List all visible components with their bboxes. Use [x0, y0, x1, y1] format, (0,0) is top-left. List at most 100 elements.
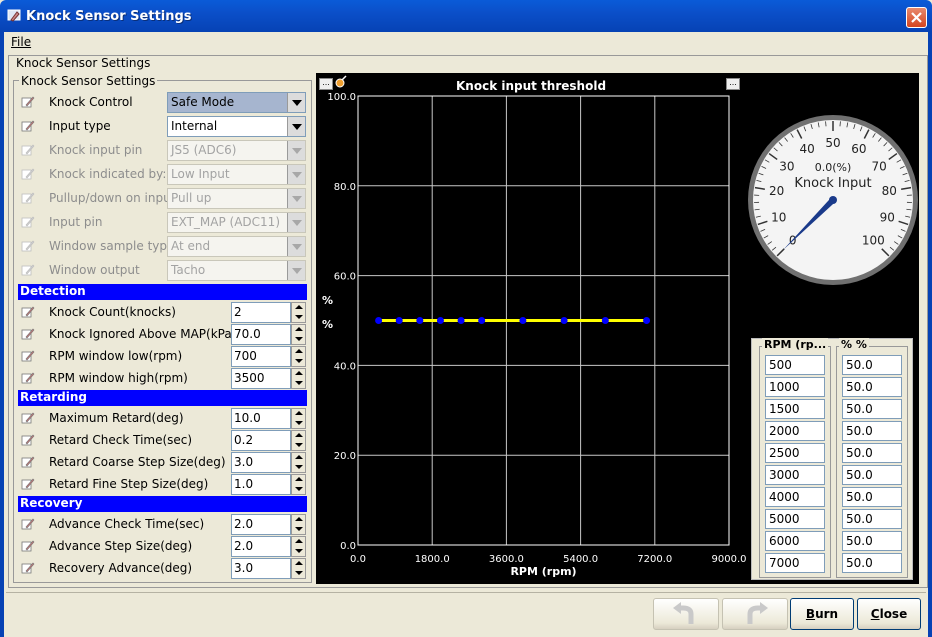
pct-cell[interactable]: 50.0	[842, 355, 902, 375]
spinner-up-icon[interactable]	[295, 455, 303, 459]
spinner-up-icon[interactable]	[295, 539, 303, 543]
spinner-buttons[interactable]	[291, 408, 306, 429]
close-button[interactable]: Close	[857, 598, 921, 630]
rpm-cell[interactable]: 2500	[765, 443, 825, 463]
spinner-up-icon[interactable]	[295, 517, 303, 521]
spinner-up-icon[interactable]	[295, 349, 303, 353]
spinner-down-icon[interactable]	[295, 549, 303, 553]
spinner-down-icon[interactable]	[295, 443, 303, 447]
redo-button[interactable]	[722, 598, 788, 630]
chart-menu-button-right[interactable]: ...	[726, 78, 740, 90]
rpm-cell[interactable]: 7000	[765, 553, 825, 573]
spinner-value[interactable]: 70.0	[231, 324, 291, 345]
spinner-down-icon[interactable]	[295, 421, 303, 425]
pct-cell[interactable]: 50.0	[842, 421, 902, 441]
spinner-up-icon[interactable]	[295, 305, 303, 309]
pct-cell[interactable]: 50.0	[842, 377, 902, 397]
spinner-down-icon[interactable]	[295, 315, 303, 319]
chevron-down-icon[interactable]	[287, 165, 305, 184]
detection-spinner[interactable]: 3500	[231, 368, 306, 389]
rpm-cell[interactable]: 4000	[765, 487, 825, 507]
spinner-value[interactable]: 3.0	[231, 452, 291, 473]
recovery-spinner[interactable]: 2.0	[231, 536, 306, 557]
setting-combo[interactable]: Tacho	[167, 260, 306, 281]
setting-combo[interactable]: Safe Mode	[167, 92, 306, 113]
spinner-up-icon[interactable]	[295, 411, 303, 415]
setting-combo[interactable]: Internal	[167, 116, 306, 137]
spinner-buttons[interactable]	[291, 302, 306, 323]
pct-cell[interactable]: 50.0	[842, 399, 902, 419]
rpm-cell[interactable]: 500	[765, 355, 825, 375]
detection-spinner[interactable]: 70.0	[231, 324, 306, 345]
spinner-up-icon[interactable]	[295, 477, 303, 481]
burn-button[interactable]: Burn	[790, 598, 854, 630]
retarding-spinner[interactable]: 3.0	[231, 452, 306, 473]
rpm-cell[interactable]: 1000	[765, 377, 825, 397]
setting-combo[interactable]: JS5 (ADC6)	[167, 140, 306, 161]
setting-combo[interactable]: Low Input	[167, 164, 306, 185]
rpm-cell[interactable]: 1500	[765, 399, 825, 419]
rpm-cell[interactable]: 6000	[765, 531, 825, 551]
spinner-buttons[interactable]	[291, 324, 306, 345]
rpm-cell[interactable]: 2000	[765, 421, 825, 441]
retarding-spinner[interactable]: 10.0	[231, 408, 306, 429]
chevron-down-icon[interactable]	[287, 189, 305, 208]
recovery-spinner[interactable]: 3.0	[231, 558, 306, 579]
spinner-value[interactable]: 2.0	[231, 536, 291, 557]
chart-pin-icon[interactable]	[334, 75, 348, 89]
spinner-buttons[interactable]	[291, 346, 306, 367]
spinner-buttons[interactable]	[291, 368, 306, 389]
detection-spinner[interactable]: 2	[231, 302, 306, 323]
retarding-spinner[interactable]: 0.2	[231, 430, 306, 451]
setting-combo[interactable]: EXT_MAP (ADC11)	[167, 212, 306, 233]
recovery-spinner[interactable]: 2.0	[231, 514, 306, 535]
spinner-value[interactable]: 2.0	[231, 514, 291, 535]
undo-button[interactable]	[653, 598, 719, 630]
spinner-up-icon[interactable]	[295, 433, 303, 437]
pct-cell[interactable]: 50.0	[842, 509, 902, 529]
chevron-down-icon[interactable]	[287, 141, 305, 160]
chevron-down-icon[interactable]	[287, 117, 305, 136]
spinner-down-icon[interactable]	[295, 571, 303, 575]
chevron-down-icon[interactable]	[287, 93, 305, 112]
spinner-value[interactable]: 10.0	[231, 408, 291, 429]
spinner-value[interactable]: 3500	[231, 368, 291, 389]
menu-file[interactable]: File	[11, 35, 31, 49]
spinner-buttons[interactable]	[291, 452, 306, 473]
spinner-value[interactable]: 2	[231, 302, 291, 323]
spinner-buttons[interactable]	[291, 558, 306, 579]
spinner-up-icon[interactable]	[295, 371, 303, 375]
spinner-down-icon[interactable]	[295, 359, 303, 363]
retarding-spinner[interactable]: 1.0	[231, 474, 306, 495]
spinner-value[interactable]: 1.0	[231, 474, 291, 495]
close-window-button[interactable]	[906, 7, 927, 28]
rpm-cell[interactable]: 5000	[765, 509, 825, 529]
spinner-down-icon[interactable]	[295, 487, 303, 491]
spinner-down-icon[interactable]	[295, 465, 303, 469]
spinner-buttons[interactable]	[291, 514, 306, 535]
pct-cell[interactable]: 50.0	[842, 487, 902, 507]
chart-menu-button-left[interactable]: ...	[319, 78, 333, 90]
pct-cell[interactable]: 50.0	[842, 443, 902, 463]
pct-cell[interactable]: 50.0	[842, 553, 902, 573]
detection-spinner[interactable]: 700	[231, 346, 306, 367]
spinner-value[interactable]: 3.0	[231, 558, 291, 579]
spinner-value[interactable]: 0.2	[231, 430, 291, 451]
chevron-down-icon[interactable]	[287, 261, 305, 280]
setting-combo[interactable]: At end	[167, 236, 306, 257]
spinner-up-icon[interactable]	[295, 561, 303, 565]
spinner-up-icon[interactable]	[295, 327, 303, 331]
setting-combo[interactable]: Pull up	[167, 188, 306, 209]
chevron-down-icon[interactable]	[287, 237, 305, 256]
spinner-down-icon[interactable]	[295, 337, 303, 341]
spinner-down-icon[interactable]	[295, 381, 303, 385]
pct-cell[interactable]: 50.0	[842, 465, 902, 485]
spinner-buttons[interactable]	[291, 536, 306, 557]
spinner-buttons[interactable]	[291, 474, 306, 495]
pct-cell[interactable]: 50.0	[842, 531, 902, 551]
spinner-down-icon[interactable]	[295, 527, 303, 531]
rpm-cell[interactable]: 3000	[765, 465, 825, 485]
spinner-value[interactable]: 700	[231, 346, 291, 367]
chevron-down-icon[interactable]	[287, 213, 305, 232]
spinner-buttons[interactable]	[291, 430, 306, 451]
